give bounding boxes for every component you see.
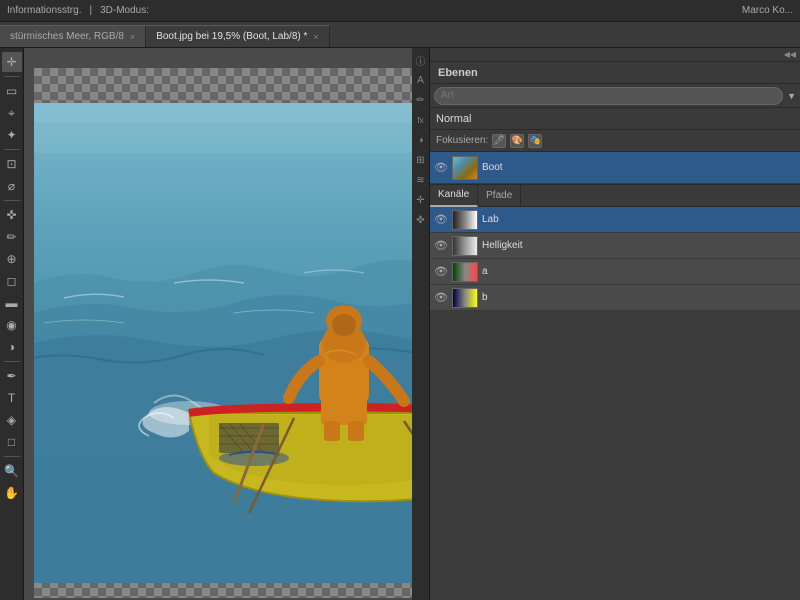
tool-text[interactable]: T — [2, 388, 22, 408]
blend-mode-row: Normal — [430, 108, 800, 130]
kanal-thumb-helligkeit-img — [453, 237, 477, 255]
type-icon[interactable]: A — [413, 72, 429, 88]
tab-boot[interactable]: Boot.jpg bei 19,5% (Boot, Lab/8) * × — [146, 25, 329, 47]
left-toolbar: ✛ ▭ ⌖ ✦ ⊡ ⌀ ✜ ✏ ⊕ ◻ ▬ ◉ ◑ ✒ T ◈ □ 🔍 ✋ — [0, 48, 24, 600]
kanal-thumb-lab — [452, 210, 478, 230]
kanal-thumb-a — [452, 262, 478, 282]
tab1-close[interactable]: × — [130, 32, 135, 42]
fx-icon[interactable]: fx — [413, 112, 429, 128]
kanal-row-b[interactable]: 👁 b — [430, 285, 800, 311]
layer-filter-row: ▼ — [430, 84, 800, 108]
tool-divider-1 — [4, 76, 20, 77]
tool-divider-2 — [4, 149, 20, 150]
right-section: ⓘ A ✏ fx ◑ ⊞ ≋ ✛ ✜ ◀◀ Ebenen — [412, 48, 800, 600]
focus-icon-mask[interactable]: 🎭 — [528, 134, 542, 148]
kanal-eye-helligkeit[interactable]: 👁 — [434, 239, 448, 252]
tool-magic-wand[interactable]: ✦ — [2, 125, 22, 145]
kanal-name-b: b — [482, 292, 796, 303]
layer-thumb-boot — [452, 156, 478, 180]
toolbar-separator: | — [86, 5, 95, 16]
kanal-eye-a[interactable]: 👁 — [434, 265, 448, 278]
focus-icon-paint[interactable]: 🎨 — [510, 134, 524, 148]
panel-expand-top[interactable]: ◀◀ — [430, 48, 800, 62]
layer-item-boot[interactable]: 👁 Boot — [430, 152, 800, 184]
tool-move[interactable]: ✛ — [2, 52, 22, 72]
tab2-label: Boot.jpg bei 19,5% (Boot, Lab/8) * — [156, 31, 307, 42]
tool4-icon[interactable]: ✜ — [413, 212, 429, 228]
kanal-row-lab[interactable]: 👁 Lab — [430, 207, 800, 233]
focus-icon-brush[interactable]: 🖊 — [492, 134, 506, 148]
tool-zoom[interactable]: 🔍 — [2, 461, 22, 481]
tool-pen[interactable]: ✒ — [2, 366, 22, 386]
kanal-thumb-b — [452, 288, 478, 308]
blend-mode-value: Normal — [436, 113, 471, 125]
tab-kanaele[interactable]: Kanäle — [430, 185, 478, 207]
kanal-thumb-helligkeit — [452, 236, 478, 256]
right-icon-col: ⓘ A ✏ fx ◑ ⊞ ≋ ✛ ✜ — [412, 48, 430, 600]
layer-filter-input[interactable] — [434, 87, 783, 105]
layers-panel: Ebenen ▼ Normal Fokusieren: 🖊 🎨 🎭 — [430, 62, 800, 185]
filter2-icon[interactable]: ≋ — [413, 172, 429, 188]
tab-stuermisches[interactable]: stürmisches Meer, RGB/8 × — [0, 25, 146, 47]
layer-name-boot: Boot — [482, 162, 796, 173]
layer-thumb-boot-img — [453, 157, 477, 179]
canvas-svg — [34, 103, 412, 583]
tool-divider-4 — [4, 361, 20, 362]
kanal-thumb-a-img — [453, 263, 477, 281]
tab-pfade[interactable]: Pfade — [478, 185, 521, 207]
tool-hand[interactable]: ✋ — [2, 483, 22, 503]
toolbar-info: Informationsstrg. — [4, 5, 84, 16]
kanal-row-helligkeit[interactable]: 👁 Helligkeit — [430, 233, 800, 259]
tool3-icon[interactable]: ✛ — [413, 192, 429, 208]
kanal-name-a: a — [482, 266, 796, 277]
brush2-icon[interactable]: ✏ — [413, 92, 429, 108]
panels-col: ◀◀ Ebenen ▼ Normal Fokusieren: — [430, 48, 800, 600]
kanaele-panel: Kanäle Pfade 👁 Lab 👁 H — [430, 185, 800, 600]
toolbar-right: Marco Ko... — [739, 5, 796, 16]
canvas-area[interactable]: →|: 0 Px ↓: 255 Px ↗ — [24, 48, 412, 600]
tabs-row: stürmisches Meer, RGB/8 × Boot.jpg bei 1… — [0, 22, 800, 48]
top-toolbar: Informationsstrg. | 3D-Modus: Marco Ko..… — [0, 0, 800, 22]
layers-panel-header: Ebenen — [430, 62, 800, 84]
grid2-icon[interactable]: ⊞ — [413, 152, 429, 168]
tool-divider-3 — [4, 200, 20, 201]
kanal-eye-lab[interactable]: 👁 — [434, 213, 448, 226]
tool-path-select[interactable]: ◈ — [2, 410, 22, 430]
tool-dodge[interactable]: ◑ — [2, 337, 22, 357]
canvas-image[interactable]: →|: 0 Px ↓: 255 Px ↗ — [34, 103, 412, 583]
adjust2-icon[interactable]: ◑ — [413, 132, 429, 148]
kanal-thumb-b-img — [453, 289, 477, 307]
info-icon[interactable]: ⓘ — [413, 52, 429, 68]
tool-eraser[interactable]: ◻ — [2, 271, 22, 291]
kanaele-tabs: Kanäle Pfade — [430, 185, 800, 207]
kanal-name-lab: Lab — [482, 214, 796, 225]
kanal-name-helligkeit: Helligkeit — [482, 240, 796, 251]
tool-blur[interactable]: ◉ — [2, 315, 22, 335]
kanal-thumb-lab-img — [453, 211, 477, 229]
tool-clone-stamp[interactable]: ⊕ — [2, 249, 22, 269]
tool-crop[interactable]: ⊡ — [2, 154, 22, 174]
tool-divider-5 — [4, 456, 20, 457]
tool-lasso[interactable]: ⌖ — [2, 103, 22, 123]
kanal-eye-b[interactable]: 👁 — [434, 291, 448, 304]
tab2-close[interactable]: × — [313, 32, 318, 42]
focus-row: Fokusieren: 🖊 🎨 🎭 — [430, 130, 800, 152]
tool-gradient[interactable]: ▬ — [2, 293, 22, 313]
tool-select-rect[interactable]: ▭ — [2, 81, 22, 101]
layer-eye-boot[interactable]: 👁 — [434, 161, 448, 175]
tool-shape[interactable]: □ — [2, 432, 22, 452]
main-layout: ✛ ▭ ⌖ ✦ ⊡ ⌀ ✜ ✏ ⊕ ◻ ▬ ◉ ◑ ✒ T ◈ □ 🔍 ✋ — [0, 48, 800, 600]
focus-label: Fokusieren: — [436, 135, 488, 146]
kanal-row-a[interactable]: 👁 a — [430, 259, 800, 285]
tab1-label: stürmisches Meer, RGB/8 — [10, 31, 124, 42]
layers-panel-title: Ebenen — [438, 67, 478, 79]
tool-brush[interactable]: ✏ — [2, 227, 22, 247]
tool-spot-heal[interactable]: ✜ — [2, 205, 22, 225]
tool-eyedropper[interactable]: ⌀ — [2, 176, 22, 196]
filter-dropdown-icon[interactable]: ▼ — [787, 91, 796, 101]
expand-top-icon: ◀◀ — [784, 50, 796, 59]
toolbar-items: 3D-Modus: — [97, 5, 152, 16]
